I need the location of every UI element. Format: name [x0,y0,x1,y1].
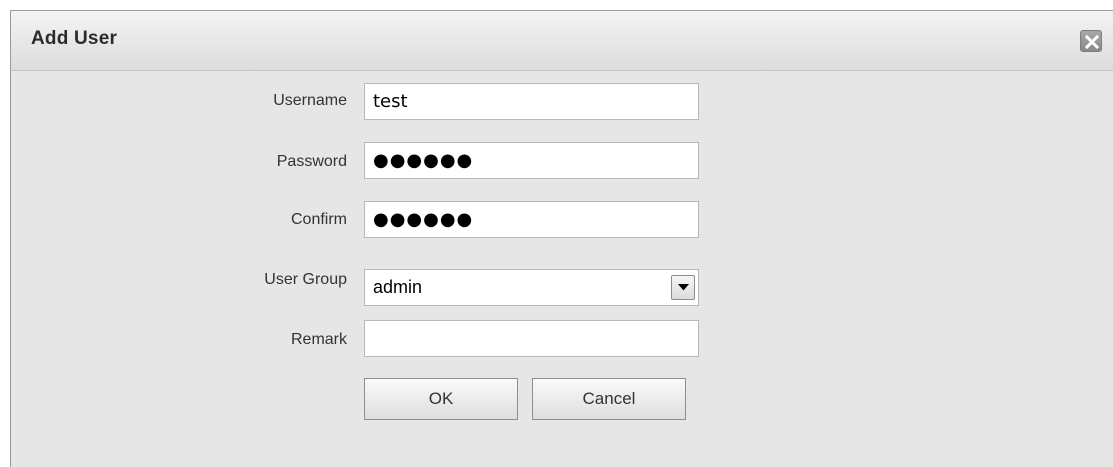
close-button[interactable] [1080,30,1102,52]
username-input[interactable]: test [364,83,699,120]
remark-input[interactable] [364,320,699,357]
ok-button[interactable]: OK [364,378,518,420]
username-label: Username [273,92,347,109]
remark-label: Remark [290,331,347,348]
password-label: Password [276,153,347,170]
user-group-select[interactable]: admin [364,269,699,306]
password-input[interactable]: ●●●●●● [364,142,699,179]
chevron-down-icon [678,284,689,291]
confirm-password-input[interactable]: ●●●●●● [364,201,699,238]
dialog-titlebar: Add User [11,11,1113,71]
cancel-button[interactable]: Cancel [532,378,686,420]
user-group-selected-value: admin [373,277,423,297]
user-group-label: User Group [264,271,347,288]
add-user-dialog: Add User Username test Password ●●●●●● C… [10,10,1113,467]
confirm-label: Confirm [290,211,347,228]
dialog-title: Add User [31,28,118,49]
user-group-dropdown-button[interactable] [671,275,695,300]
close-icon [1085,35,1099,49]
